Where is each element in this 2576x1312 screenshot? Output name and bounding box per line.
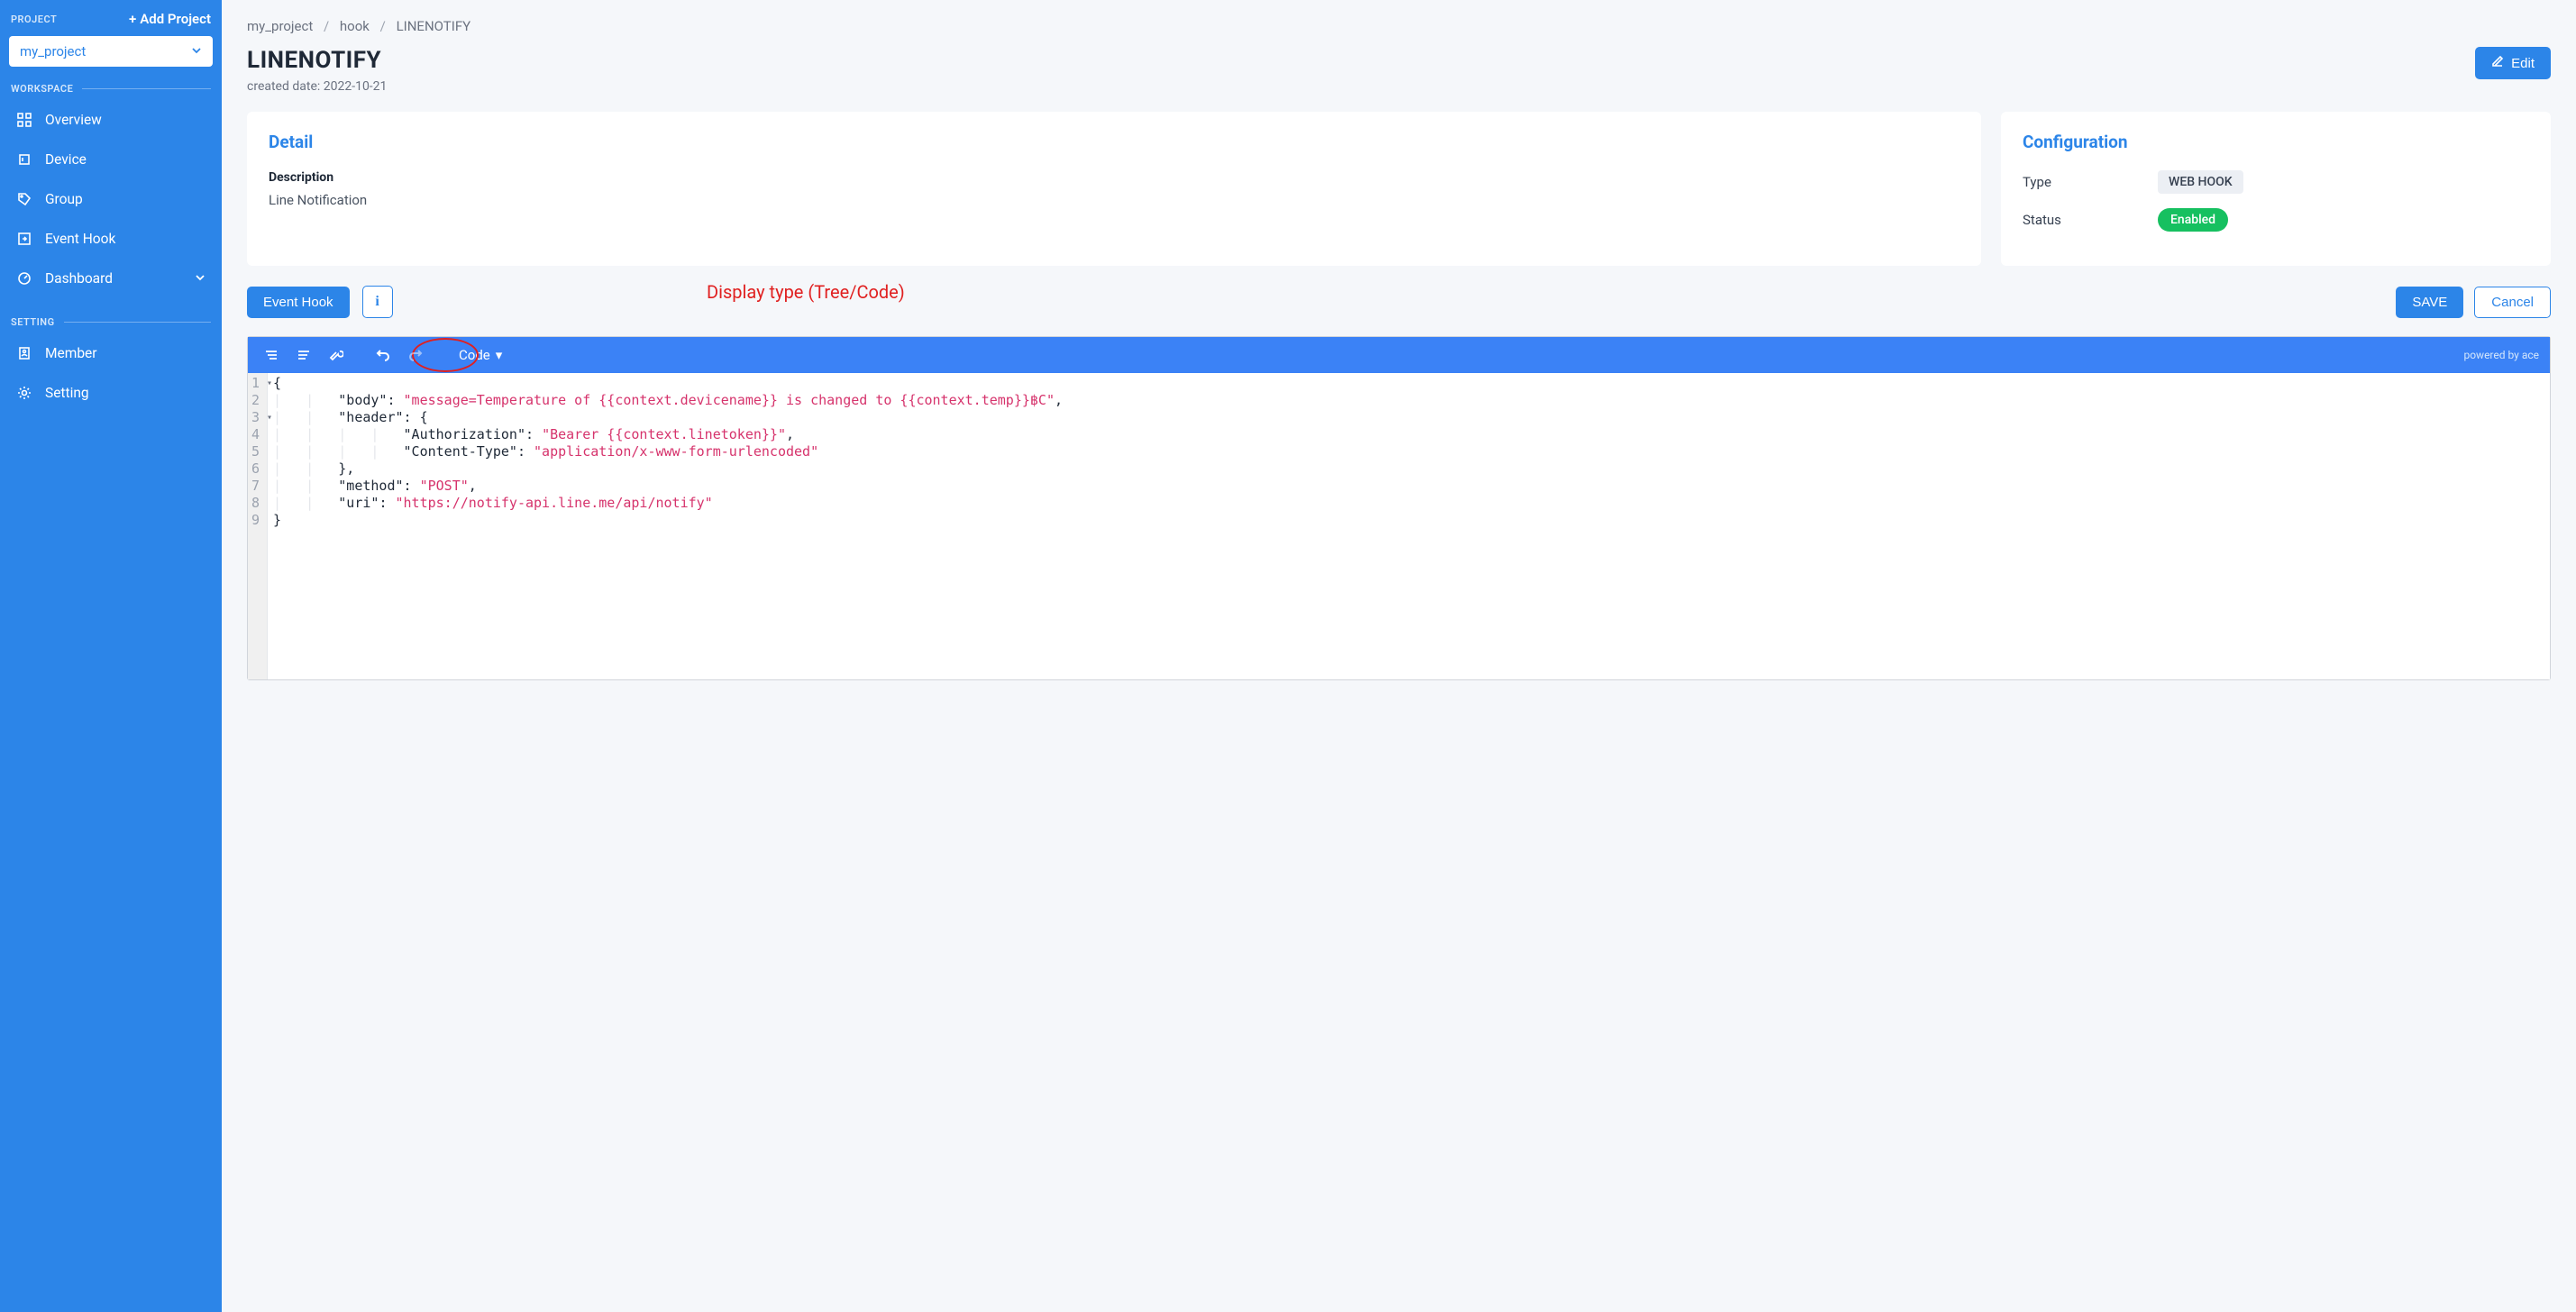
detail-title: Detail xyxy=(269,132,1959,152)
breadcrumb-separator: / xyxy=(380,18,386,34)
wrench-icon[interactable] xyxy=(324,342,349,368)
workspace-section-label: WORKSPACE xyxy=(11,83,211,95)
sidebar-item-device[interactable]: Device xyxy=(9,140,213,179)
chip-icon xyxy=(16,151,32,168)
chevron-down-icon xyxy=(195,270,206,287)
project-selector-value: my_project xyxy=(20,43,86,59)
sidebar-item-group[interactable]: Group xyxy=(9,179,213,219)
description-label: Description xyxy=(269,170,1959,185)
tag-icon xyxy=(16,191,32,207)
sidebar-item-setting[interactable]: Setting xyxy=(9,373,213,413)
cancel-button[interactable]: Cancel xyxy=(2474,287,2551,318)
page-title: LINENOTIFY xyxy=(247,47,387,74)
powered-by-label: powered by ace xyxy=(2463,349,2539,361)
code-content[interactable]: {| | "body": "message=Temperature of {{c… xyxy=(268,373,1068,679)
undo-icon[interactable] xyxy=(370,342,396,368)
sidebar-item-label: Device xyxy=(45,151,87,168)
chevron-down-icon xyxy=(191,43,202,59)
sidebar: PROJECT + Add Project my_project WORKSPA… xyxy=(0,0,222,1312)
code-area[interactable]: 123456789 {| | "body": "message=Temperat… xyxy=(248,373,2550,679)
edit-button[interactable]: Edit xyxy=(2475,47,2551,79)
grid-icon xyxy=(16,112,32,128)
editor-toolbar: Code ▾ powered by ace xyxy=(248,337,2550,373)
mode-dropdown[interactable]: Code ▾ xyxy=(450,343,511,367)
config-title: Configuration xyxy=(2023,132,2529,152)
configuration-card: Configuration Type WEB HOOK Status Enabl… xyxy=(2001,112,2551,266)
sidebar-item-eventhook[interactable]: Event Hook xyxy=(9,219,213,259)
main-content: my_project / hook / LINENOTIFY LINENOTIF… xyxy=(222,0,2576,1312)
plus-icon: + xyxy=(129,11,136,27)
project-section-label: PROJECT xyxy=(11,14,57,25)
sidebar-item-label: Dashboard xyxy=(45,270,113,287)
info-button[interactable]: i xyxy=(362,286,393,318)
sidebar-item-label: Member xyxy=(45,345,97,361)
setting-section-label: SETTING xyxy=(11,316,211,328)
collapse-all-icon[interactable] xyxy=(291,342,316,368)
type-label: Type xyxy=(2023,174,2158,190)
sidebar-item-label: Setting xyxy=(45,385,89,401)
expand-all-icon[interactable] xyxy=(259,342,284,368)
sidebar-item-dashboard[interactable]: Dashboard xyxy=(9,259,213,298)
pencil-icon xyxy=(2491,55,2504,71)
annotation-text: Display type (Tree/Code) xyxy=(707,281,905,303)
event-hook-button[interactable]: Event Hook xyxy=(247,287,350,318)
breadcrumb-item[interactable]: my_project xyxy=(247,18,313,34)
status-label: Status xyxy=(2023,212,2158,228)
add-project-button[interactable]: + Add Project xyxy=(129,11,211,27)
description-value: Line Notification xyxy=(269,192,1959,208)
caret-down-icon: ▾ xyxy=(496,347,503,363)
member-icon xyxy=(16,345,32,361)
sidebar-item-label: Group xyxy=(45,191,83,207)
sidebar-item-member[interactable]: Member xyxy=(9,333,213,373)
json-editor: Code ▾ powered by ace 123456789 {| | "bo… xyxy=(247,336,2551,680)
save-button[interactable]: SAVE xyxy=(2396,287,2463,318)
line-gutter: 123456789 xyxy=(248,373,268,679)
project-selector[interactable]: my_project xyxy=(9,36,213,67)
status-badge: Enabled xyxy=(2158,208,2228,232)
breadcrumb-item: LINENOTIFY xyxy=(397,18,471,34)
breadcrumb: my_project / hook / LINENOTIFY xyxy=(247,18,2551,34)
detail-card: Detail Description Line Notification xyxy=(247,112,1981,266)
sidebar-item-label: Event Hook xyxy=(45,231,115,247)
gauge-icon xyxy=(16,270,32,287)
created-date: created date: 2022-10-21 xyxy=(247,79,387,94)
breadcrumb-item[interactable]: hook xyxy=(340,18,370,34)
arrow-box-icon xyxy=(16,231,32,247)
breadcrumb-separator: / xyxy=(324,18,329,34)
gear-icon xyxy=(16,385,32,401)
type-badge: WEB HOOK xyxy=(2158,170,2243,194)
sidebar-item-overview[interactable]: Overview xyxy=(9,100,213,140)
redo-icon[interactable] xyxy=(403,342,428,368)
sidebar-item-label: Overview xyxy=(45,112,102,128)
